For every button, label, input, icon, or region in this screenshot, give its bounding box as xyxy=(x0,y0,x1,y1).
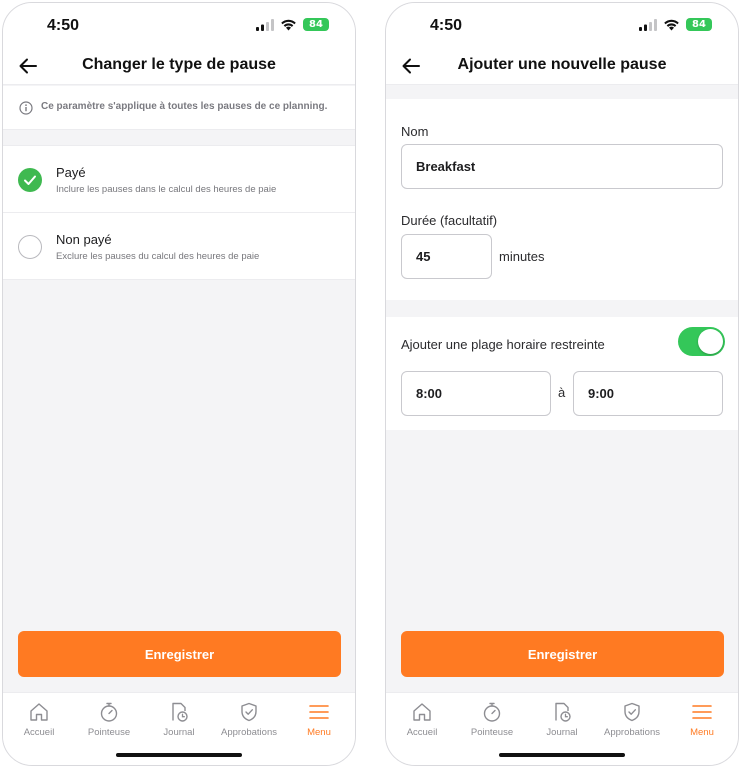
home-indicator xyxy=(499,753,625,757)
tab-approbations[interactable]: Approbations xyxy=(597,693,667,743)
home-icon xyxy=(30,703,48,721)
tab-journal[interactable]: Journal xyxy=(527,693,597,743)
info-banner: Ce paramètre s'applique à toutes les pau… xyxy=(3,86,355,130)
tab-label: Journal xyxy=(163,727,195,738)
battery-indicator: 84 xyxy=(303,18,329,31)
tab-approbations[interactable]: Approbations xyxy=(214,693,284,743)
navigation-bar: Changer le type de pause xyxy=(3,47,355,85)
status-time: 4:50 xyxy=(430,17,463,34)
duration-label: Durée (facultatif) xyxy=(401,213,498,228)
option-title: Payé xyxy=(56,165,86,180)
tab-pointeuse[interactable]: Pointeuse xyxy=(457,693,527,743)
tab-accueil[interactable]: Accueil xyxy=(387,693,457,743)
break-details-section: Nom Breakfast Durée (facultatif) 45 minu… xyxy=(386,99,738,300)
break-type-options: Payé Inclure les pauses dans le calcul d… xyxy=(3,145,355,280)
tab-menu[interactable]: Menu xyxy=(667,693,737,743)
home-indicator xyxy=(116,753,242,757)
name-label: Nom xyxy=(401,124,429,139)
option-title: Non payé xyxy=(56,232,112,247)
restrict-time-label: Ajouter une plage horaire restreinte xyxy=(401,337,605,352)
stopwatch-icon xyxy=(483,702,501,722)
checkmark-icon xyxy=(24,175,36,185)
phone-screen-break-type: 4:50 84 Changer le type de pause Ce para… xyxy=(2,2,356,766)
timesheet-icon xyxy=(555,702,571,722)
menu-icon xyxy=(309,705,329,719)
duration-input[interactable]: 45 xyxy=(401,234,492,279)
shield-check-icon xyxy=(624,702,640,722)
to-label: à xyxy=(558,385,566,400)
tab-pointeuse[interactable]: Pointeuse xyxy=(74,693,144,743)
name-input[interactable]: Breakfast xyxy=(401,144,723,189)
restrict-time-toggle[interactable] xyxy=(678,327,725,356)
info-text: Ce paramètre s'applique à toutes les pau… xyxy=(41,101,328,112)
timesheet-icon xyxy=(172,702,188,722)
phone-screen-new-break: 4:50 84 Ajouter une nouvelle pause Nom B… xyxy=(385,2,739,766)
radio-unchecked-icon[interactable] xyxy=(18,235,42,259)
save-button[interactable]: Enregistrer xyxy=(18,631,341,677)
start-time-input[interactable]: 8:00 xyxy=(401,371,551,416)
home-icon xyxy=(413,703,431,721)
status-time: 4:50 xyxy=(47,17,80,34)
status-bar: 4:50 84 xyxy=(386,3,738,47)
cellular-signal-icon xyxy=(256,18,274,31)
navigation-bar: Ajouter une nouvelle pause xyxy=(386,47,738,85)
shield-check-icon xyxy=(241,702,257,722)
duration-unit-label: minutes xyxy=(499,249,545,264)
tab-label: Accueil xyxy=(23,727,55,738)
tab-journal[interactable]: Journal xyxy=(144,693,214,743)
save-button[interactable]: Enregistrer xyxy=(401,631,724,677)
radio-checked-icon[interactable] xyxy=(18,168,42,192)
tab-menu[interactable]: Menu xyxy=(284,693,354,743)
cellular-signal-icon xyxy=(639,18,657,31)
wifi-icon xyxy=(664,19,679,30)
option-description: Exclure les pauses du calcul des heures … xyxy=(56,251,260,262)
toggle-knob xyxy=(698,329,723,354)
tab-label: Accueil xyxy=(406,727,438,738)
page-title: Changer le type de pause xyxy=(82,56,276,73)
option-description: Inclure les pauses dans le calcul des he… xyxy=(56,184,277,195)
wifi-icon xyxy=(281,19,296,30)
status-icons: 84 xyxy=(256,18,329,31)
tab-label: Pointeuse xyxy=(87,727,131,738)
tab-label: Menu xyxy=(307,727,331,738)
tab-label: Journal xyxy=(546,727,578,738)
status-icons: 84 xyxy=(639,18,712,31)
option-paid[interactable]: Payé Inclure les pauses dans le calcul d… xyxy=(3,146,355,213)
tab-label: Pointeuse xyxy=(470,727,514,738)
tab-label: Approbations xyxy=(604,727,660,738)
info-icon xyxy=(19,101,33,115)
tab-label: Menu xyxy=(690,727,714,738)
menu-icon xyxy=(692,705,712,719)
status-bar: 4:50 84 xyxy=(3,3,355,47)
tab-accueil[interactable]: Accueil xyxy=(4,693,74,743)
tab-label: Approbations xyxy=(221,727,277,738)
page-title: Ajouter une nouvelle pause xyxy=(457,56,667,73)
stopwatch-icon xyxy=(100,702,118,722)
end-time-input[interactable]: 9:00 xyxy=(573,371,723,416)
option-unpaid[interactable]: Non payé Exclure les pauses du calcul de… xyxy=(3,213,355,280)
battery-indicator: 84 xyxy=(686,18,712,31)
